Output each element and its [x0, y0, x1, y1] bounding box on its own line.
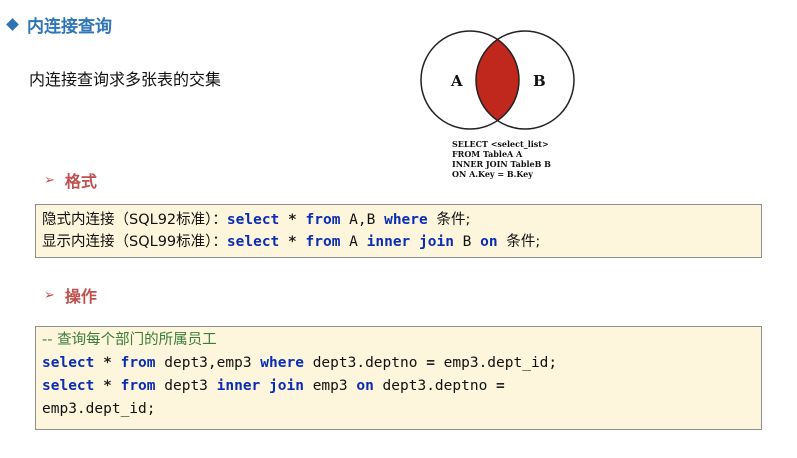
query-explicit-continuation: emp3.dept_id;: [42, 401, 156, 417]
venn-label-a: A: [450, 72, 463, 90]
query-implicit-line: select * from dept3,emp3 where dept3.dep…: [42, 355, 558, 371]
section-format: ➢ 格式: [44, 168, 97, 192]
venn-caption-line: SELECT <select_list>: [452, 139, 549, 149]
venn-diagram: A B: [415, 30, 580, 130]
format-code-box: 隐式内连接（SQL92标准）：select * from A,B where 条…: [35, 204, 762, 258]
section-operation-label: 操作: [64, 287, 97, 306]
venn-caption-line: FROM TableA A: [452, 149, 523, 159]
venn-svg: A B: [420, 30, 575, 130]
slide-title: 内连接查询: [6, 12, 112, 37]
venn-label-b: B: [533, 72, 546, 90]
section-operation: ➢ 操作: [44, 283, 97, 307]
diamond-bullet-icon: [6, 18, 19, 31]
venn-caption: SELECT <select_list> FROM TableA A INNER J…: [452, 139, 551, 179]
arrow-bullet-icon: ➢: [44, 172, 55, 188]
section-format-label: 格式: [64, 172, 97, 191]
intro-text: 内连接查询求多张表的交集: [29, 70, 222, 89]
venn-caption-line: ON A.Key = B.Key: [452, 169, 533, 179]
query-explicit-line: select * from dept3 inner join emp3 on d…: [42, 378, 505, 394]
venn-caption-line: INNER JOIN TableB B: [452, 159, 551, 169]
arrow-bullet-icon: ➢: [44, 287, 55, 303]
format-explicit-line: 显示内连接（SQL99标准）：select * from A inner joi…: [42, 234, 541, 250]
format-implicit-line: 隐式内连接（SQL92标准）：select * from A,B where 条…: [42, 212, 471, 228]
operation-code-box: -- 查询每个部门的所属员工 select * from dept3,emp3 …: [35, 326, 762, 430]
slide-title-text: 内连接查询: [27, 17, 112, 37]
code-comment: -- 查询每个部门的所属员工: [42, 332, 217, 348]
